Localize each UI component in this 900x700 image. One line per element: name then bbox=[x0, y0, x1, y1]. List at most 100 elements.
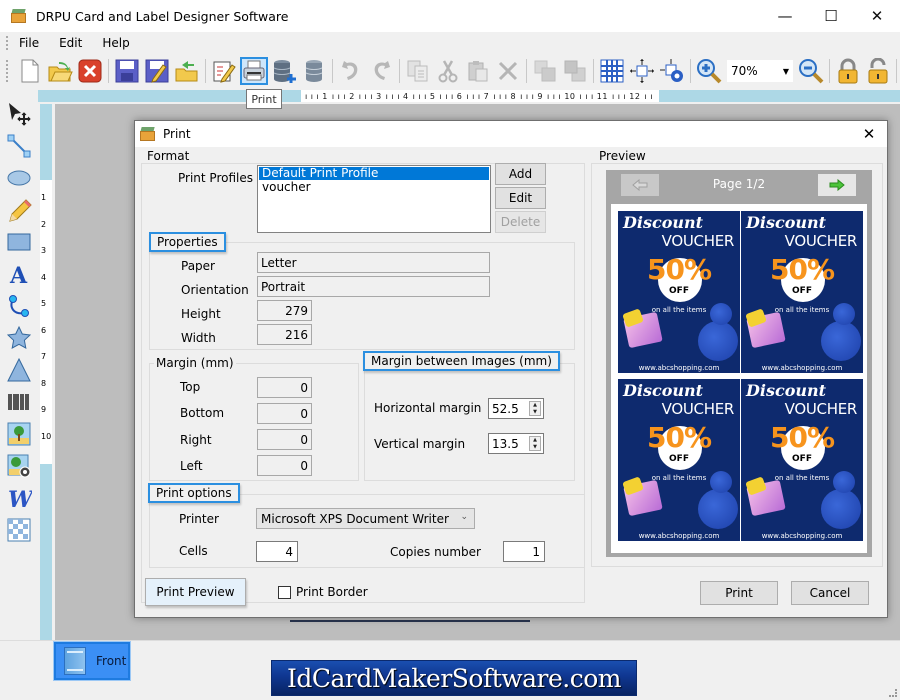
ruler-tick: ı ı ı 5 bbox=[412, 91, 436, 101]
unlock-icon[interactable] bbox=[864, 57, 892, 85]
vertical-margin-label: Vertical margin bbox=[374, 437, 466, 451]
preview-label: Preview bbox=[597, 149, 648, 163]
wordart-icon[interactable]: W bbox=[0, 482, 38, 514]
select-icon[interactable] bbox=[0, 98, 38, 130]
center-icon[interactable] bbox=[628, 57, 656, 85]
export-icon[interactable] bbox=[173, 57, 201, 85]
toolbar-separator bbox=[332, 59, 333, 83]
pencil-icon[interactable] bbox=[0, 194, 38, 226]
line-icon[interactable] bbox=[0, 130, 38, 162]
barcode-icon[interactable] bbox=[0, 386, 38, 418]
menu-file[interactable]: File bbox=[19, 36, 39, 50]
cancel-button[interactable]: Cancel bbox=[791, 581, 869, 605]
watermark-icon[interactable] bbox=[0, 514, 38, 546]
zoom-level-select[interactable]: 70% ▼ bbox=[727, 60, 793, 82]
card-edge bbox=[290, 620, 530, 622]
toolbar-separator bbox=[108, 59, 109, 83]
voucher-title: Discount bbox=[623, 381, 704, 400]
add-profile-button[interactable]: Add bbox=[495, 163, 546, 185]
profile-item[interactable]: voucher bbox=[259, 181, 489, 194]
database-icon[interactable] bbox=[300, 57, 328, 85]
vertical-margin-spinner[interactable]: 13.5 ▲ ▼ bbox=[488, 433, 544, 454]
front-side-tab[interactable]: Front bbox=[54, 642, 130, 680]
voucher-url: www.abcshopping.com bbox=[638, 532, 720, 540]
cut-icon[interactable] bbox=[434, 57, 462, 85]
voucher-url: www.abcshopping.com bbox=[761, 532, 843, 540]
print-icon[interactable] bbox=[240, 57, 268, 85]
zoom-out-icon[interactable] bbox=[797, 57, 825, 85]
print-profiles-list[interactable]: Default Print Profile voucher bbox=[257, 165, 491, 233]
close-window-button[interactable]: ✕ bbox=[854, 0, 900, 32]
ellipse-icon[interactable] bbox=[0, 162, 38, 194]
resize-grip[interactable] bbox=[889, 689, 897, 697]
copies-input[interactable]: 1 bbox=[503, 541, 545, 562]
menu-edit[interactable]: Edit bbox=[59, 36, 82, 50]
text-icon[interactable]: A bbox=[0, 258, 38, 290]
database-add-icon[interactable] bbox=[270, 57, 298, 85]
maximize-button[interactable]: ☐ bbox=[808, 0, 854, 32]
ruler-tick: ı ı ı 9 bbox=[520, 91, 544, 101]
width-label: Width bbox=[181, 331, 216, 345]
print-button[interactable]: Print bbox=[700, 581, 778, 605]
save-as-icon[interactable] bbox=[143, 57, 171, 85]
image-library-icon[interactable] bbox=[0, 450, 38, 482]
new-icon[interactable] bbox=[16, 57, 44, 85]
image-icon[interactable] bbox=[0, 418, 38, 450]
vertical-ruler: 1 2 3 4 5 6 7 8 9 10 bbox=[40, 104, 52, 640]
save-icon[interactable] bbox=[113, 57, 141, 85]
ruler-tick: 5 bbox=[41, 299, 47, 308]
decor-bubble bbox=[698, 321, 738, 361]
margin-label: Margin (mm) bbox=[154, 356, 236, 370]
print-border-label[interactable]: Print Border bbox=[296, 585, 368, 599]
close-file-icon[interactable] bbox=[76, 57, 104, 85]
orientation-field: Portrait bbox=[257, 276, 490, 297]
horizontal-margin-spinner[interactable]: 52.5 ▲ ▼ bbox=[488, 398, 544, 419]
edit-icon[interactable] bbox=[210, 57, 238, 85]
print-border-checkbox[interactable] bbox=[278, 586, 291, 599]
voucher-title: Discount bbox=[623, 213, 704, 232]
zoom-in-icon[interactable] bbox=[695, 57, 723, 85]
voucher-off: OFF bbox=[669, 286, 689, 296]
next-page-button[interactable] bbox=[818, 174, 856, 196]
print-tooltip: Print bbox=[246, 89, 282, 109]
edit-profile-button[interactable]: Edit bbox=[495, 187, 546, 209]
dialog-close-button[interactable]: ✕ bbox=[857, 123, 881, 145]
minimize-button[interactable]: — bbox=[762, 0, 808, 32]
copy-icon[interactable] bbox=[404, 57, 432, 85]
arc-icon[interactable] bbox=[0, 290, 38, 322]
star-icon[interactable] bbox=[0, 322, 38, 354]
spin-down-icon[interactable]: ▼ bbox=[530, 444, 540, 451]
printer-select[interactable]: Microsoft XPS Document Writer ⌄ bbox=[256, 508, 475, 529]
lock-icon[interactable] bbox=[834, 57, 862, 85]
cells-input[interactable]: 4 bbox=[256, 541, 298, 562]
fit-icon[interactable] bbox=[658, 57, 686, 85]
voucher-title: Discount bbox=[746, 213, 827, 232]
horizontal-margin-value: 52.5 bbox=[492, 401, 519, 416]
open-icon[interactable] bbox=[46, 57, 74, 85]
undo-icon[interactable] bbox=[337, 57, 365, 85]
redo-icon[interactable] bbox=[367, 57, 395, 85]
rectangle-icon[interactable] bbox=[0, 226, 38, 258]
paste-icon[interactable] bbox=[464, 57, 492, 85]
grid-icon[interactable] bbox=[598, 57, 626, 85]
bring-front-icon[interactable] bbox=[531, 57, 559, 85]
delete-profile-button[interactable]: Delete bbox=[495, 211, 546, 233]
page-icon bbox=[64, 647, 86, 675]
margin-bottom-field: 0 bbox=[257, 403, 312, 424]
margin-images-group bbox=[364, 363, 575, 481]
triangle-icon[interactable] bbox=[0, 354, 38, 386]
decor-bubble bbox=[821, 489, 861, 529]
spin-down-icon[interactable]: ▼ bbox=[530, 409, 540, 416]
voucher-percent: 50% bbox=[769, 421, 835, 454]
profile-item[interactable]: Default Print Profile bbox=[259, 167, 489, 180]
delete-icon[interactable] bbox=[494, 57, 522, 85]
toolbar-separator bbox=[829, 59, 830, 83]
voucher-card: Discount VOUCHER 50% OFF on all the items www… bbox=[741, 379, 863, 541]
menu-help[interactable]: Help bbox=[102, 36, 129, 50]
toolbar-separator bbox=[399, 59, 400, 83]
zoom-level-value: 70% bbox=[731, 64, 758, 78]
print-preview-button[interactable]: Print Preview bbox=[145, 578, 246, 606]
chevron-down-icon: ⌄ bbox=[460, 512, 468, 522]
ruler-tick: ı ı ı 12 bbox=[611, 91, 641, 101]
send-back-icon[interactable] bbox=[561, 57, 589, 85]
